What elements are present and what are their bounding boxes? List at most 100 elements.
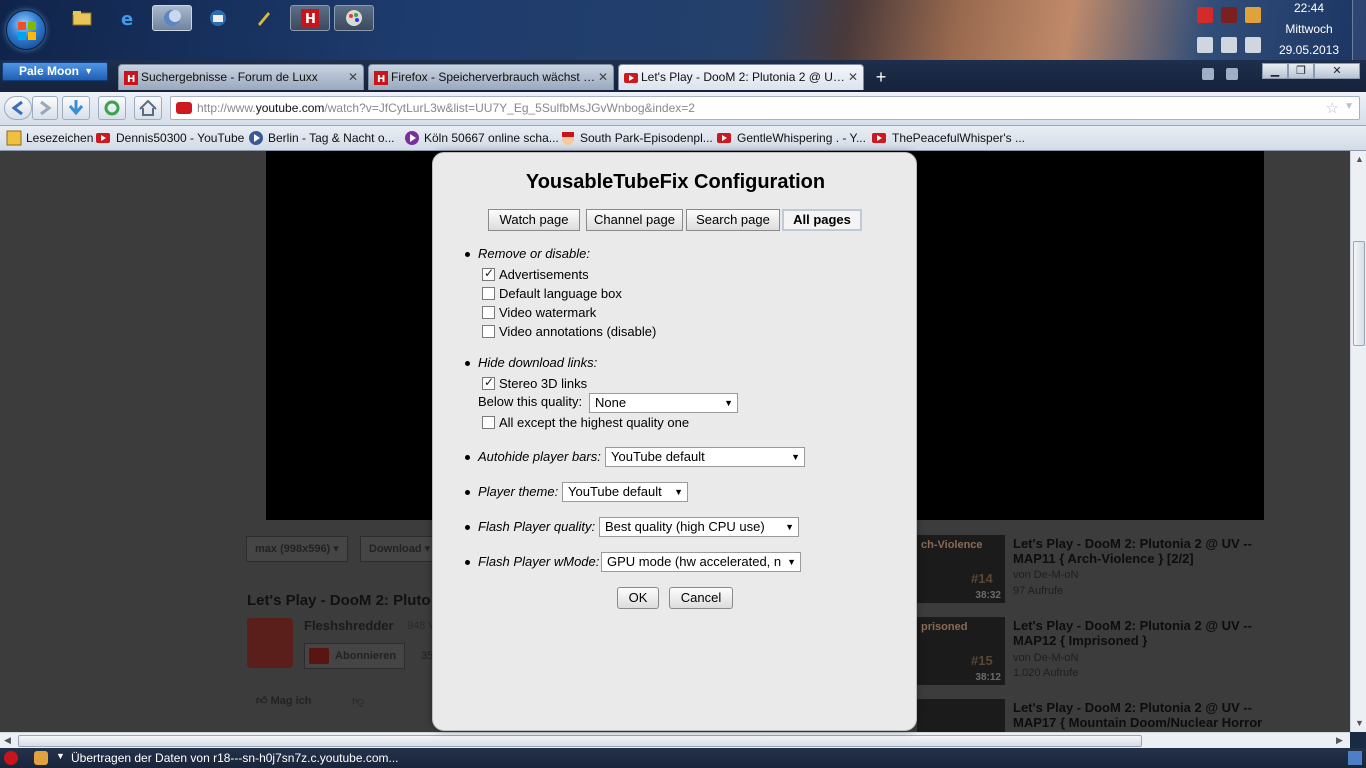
related-thumbnail[interactable]: prisoned #15 38:12 [917, 617, 1005, 685]
browser-tab-active[interactable]: Let's Play - DooM 2: Plutonia 2 @ UV ...… [618, 64, 864, 90]
tab-close-icon[interactable]: ✕ [598, 65, 608, 90]
bookmark-item[interactable]: South Park-Episodenpl... [560, 131, 713, 145]
taskbar-hardwareluxx-icon[interactable]: H [290, 5, 330, 31]
horizontal-scrollbar[interactable]: ◀ ▶ [0, 732, 1350, 748]
bookmark-item[interactable]: GentleWhispering . - Y... [717, 131, 866, 145]
scroll-left-icon[interactable]: ◀ [4, 735, 11, 746]
advertisements-label[interactable]: Advertisements [499, 267, 589, 282]
tray-device-icon[interactable] [1197, 37, 1213, 53]
url-dropdown-icon[interactable]: ▼ [1344, 101, 1354, 112]
download-button[interactable] [62, 96, 90, 120]
like-button[interactable]: 👍︎ Mag ich [256, 694, 312, 707]
tab-close-icon[interactable]: ✕ [348, 65, 358, 90]
greasemonkey-icon[interactable] [34, 751, 48, 765]
bookmark-star-icon[interactable]: ☆ [1326, 99, 1339, 117]
related-author[interactable]: von De-M-oN [1013, 652, 1078, 664]
channel-name[interactable]: Fleshshredder [304, 618, 394, 633]
all-except-highest-label[interactable]: All except the highest quality one [499, 415, 689, 430]
all-except-highest-checkbox[interactable] [482, 416, 495, 429]
tray-grid-icon[interactable] [1245, 7, 1261, 23]
tab-label: Let's Play - DooM 2: Plutonia 2 @ UV ... [641, 70, 846, 84]
restore-button[interactable]: ❐ [1288, 63, 1314, 79]
channel-avatar[interactable] [247, 618, 293, 668]
tray-antivirus-icon[interactable] [1197, 7, 1213, 23]
bookmark-item[interactable]: Dennis50300 - YouTube [96, 131, 244, 145]
tab-search-page[interactable]: Search page [686, 209, 780, 231]
wmode-select[interactable]: GPU mode (hw accelerated, n ▼ [601, 552, 801, 572]
taskbar-palemoon-icon[interactable] [152, 5, 192, 31]
start-button[interactable] [6, 10, 46, 50]
browser-tab[interactable]: H Suchergebnisse - Forum de Luxx ✕ [118, 64, 364, 90]
related-title[interactable]: Let's Play - DooM 2: Plutonia 2 @ UV -- … [1013, 618, 1273, 648]
scroll-down-icon[interactable]: ▼ [1355, 718, 1364, 728]
video-watermark-label[interactable]: Video watermark [499, 305, 596, 320]
tray-network-icon[interactable] [1221, 37, 1237, 53]
video-annotations-label[interactable]: Video annotations (disable) [499, 324, 656, 339]
home-button[interactable] [134, 96, 162, 120]
tab-watch-page[interactable]: Watch page [488, 209, 580, 231]
close-window-button[interactable]: ✕ [1314, 63, 1360, 79]
scroll-up-icon[interactable]: ▲ [1355, 154, 1364, 164]
player-theme-select[interactable]: YouTube default ▼ [562, 482, 688, 502]
video-annotations-checkbox[interactable] [482, 325, 495, 338]
taskbar-thunderbird-icon[interactable] [198, 5, 238, 31]
new-tab-button[interactable]: + [869, 67, 893, 89]
chevron-down-icon[interactable]: ▼ [56, 751, 65, 761]
default-language-box-checkbox[interactable] [482, 287, 495, 300]
forward-button[interactable] [32, 96, 58, 120]
tray-network-error-icon[interactable] [1221, 7, 1237, 23]
tray-volume-icon[interactable] [1245, 37, 1261, 53]
browser-tab[interactable]: H Firefox - Speicherverbrauch wächst u..… [368, 64, 614, 90]
taskbar-ie-icon[interactable]: e [108, 5, 148, 31]
vertical-scrollbar[interactable]: ▲ ▼ [1350, 151, 1366, 732]
tab-channel-page[interactable]: Channel page [586, 209, 683, 231]
thumb-text: prisoned [921, 621, 968, 633]
bookmark-item[interactable]: Lesezeichen [6, 130, 93, 146]
stereo-3d-checkbox[interactable] [482, 375, 495, 390]
ok-button[interactable]: OK [617, 587, 659, 609]
show-desktop-button[interactable] [1352, 0, 1366, 60]
horizontal-scroll-thumb[interactable] [18, 735, 1142, 747]
related-thumbnail[interactable]: ch-Violence #14 38:32 [917, 535, 1005, 603]
reload-button[interactable] [98, 96, 126, 120]
default-language-box-label[interactable]: Default language box [499, 286, 622, 301]
system-clock[interactable]: 22:44 Mittwoch 29.05.2013 [1278, 0, 1340, 60]
related-thumbnail[interactable] [917, 699, 1005, 732]
related-title[interactable]: Let's Play - DooM 2: Plutonia 2 @ UV -- … [1013, 700, 1273, 730]
autohide-select[interactable]: YouTube default ▼ [605, 447, 805, 467]
cancel-button[interactable]: Cancel [669, 587, 733, 609]
quality-button[interactable]: max (998x596) ▾ [246, 536, 348, 562]
subscribe-button[interactable]: Abonnieren [304, 643, 406, 669]
video-watermark-checkbox[interactable] [482, 306, 495, 319]
app-menu-button[interactable]: Pale Moon ▼ [2, 62, 108, 81]
tab-label: Firefox - Speicherverbrauch wächst u... [391, 70, 596, 84]
vertical-scroll-thumb[interactable] [1353, 241, 1365, 346]
related-title[interactable]: Let's Play - DooM 2: Plutonia 2 @ UV -- … [1013, 536, 1273, 566]
back-button[interactable] [4, 96, 32, 120]
download-video-button[interactable]: Download ▾ [360, 536, 440, 562]
taskbar-explorer-icon[interactable] [62, 5, 102, 31]
url-bar[interactable]: http://www.youtube.com/watch?v=JfCytLurL… [170, 96, 1360, 120]
tab-groups-icon[interactable] [1202, 68, 1214, 80]
flash-quality-select[interactable]: Best quality (high CPU use) ▼ [599, 517, 799, 537]
minimize-button[interactable]: ▁ [1262, 63, 1288, 79]
taskbar-paint-icon[interactable] [334, 5, 374, 31]
bullet [465, 252, 470, 257]
bookmark-label: ThePeacefulWhisper's ... [892, 131, 1026, 145]
download-label: Download [369, 543, 422, 555]
taskbar-tool-icon[interactable] [244, 5, 284, 31]
bookmark-item[interactable]: ThePeacefulWhisper's ... [872, 131, 1025, 145]
scroll-right-icon[interactable]: ▶ [1336, 735, 1343, 746]
below-quality-select[interactable]: None ▼ [589, 393, 738, 413]
tab-all-pages[interactable]: All pages [782, 209, 862, 231]
bookmark-item[interactable]: Berlin - Tag & Nacht o... [248, 131, 395, 145]
list-all-tabs-icon[interactable] [1226, 68, 1238, 80]
stereo-3d-label[interactable]: Stereo 3D links [499, 376, 587, 391]
tab-close-icon[interactable]: ✕ [848, 65, 858, 90]
adblock-icon[interactable] [4, 751, 18, 765]
related-author[interactable]: von De-M-oN [1013, 569, 1078, 581]
dislike-button[interactable]: 👎︎ [352, 694, 364, 709]
svg-text:H: H [127, 74, 135, 85]
bookmark-item[interactable]: Köln 50667 online scha... [404, 131, 559, 145]
advertisements-checkbox[interactable] [482, 266, 495, 281]
